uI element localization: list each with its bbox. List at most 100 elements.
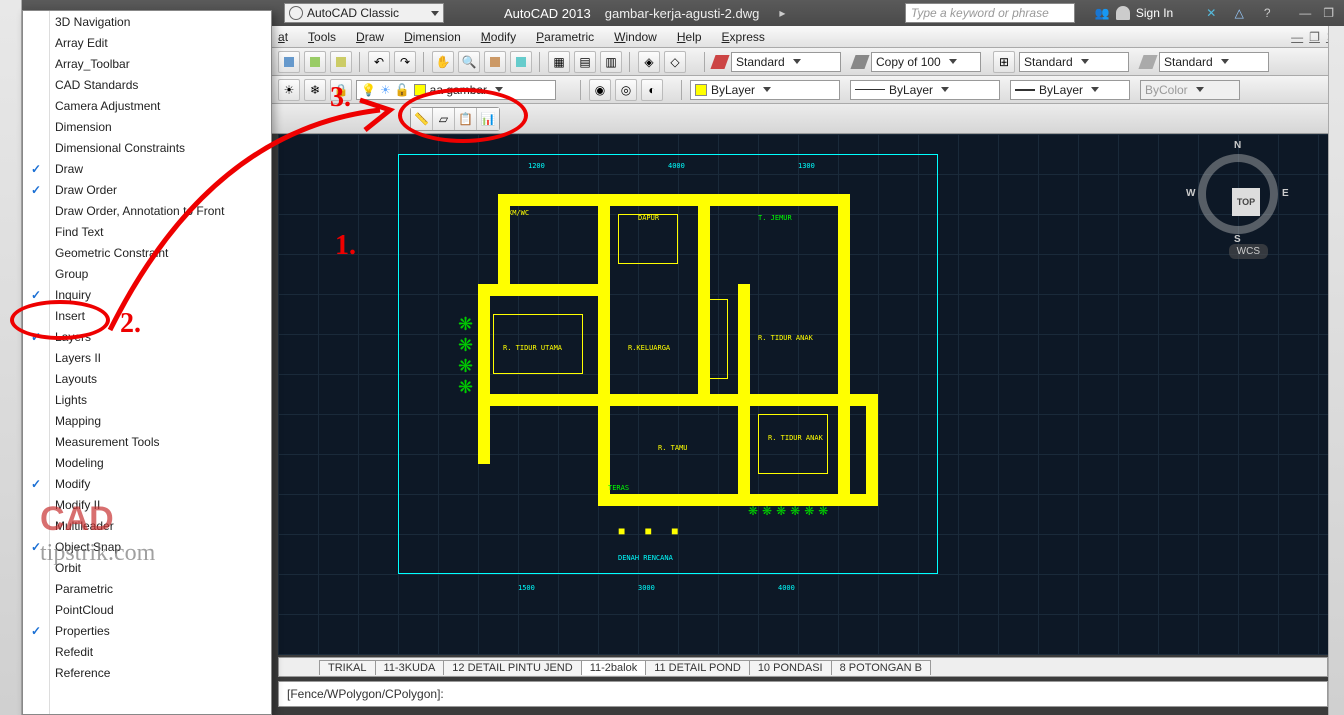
drawing-canvas[interactable]: KM/WC DAPUR T. JEMUR R. TIDUR UTAMA R.KE… bbox=[278, 134, 1328, 655]
toolbar-menu-item[interactable]: Insert bbox=[23, 305, 271, 326]
table-style-dropdown[interactable]: Standard bbox=[1159, 52, 1269, 72]
toolbar-menu-item[interactable]: Dimensional Constraints bbox=[23, 137, 271, 158]
toolbar-menu-item[interactable]: Measurement Tools bbox=[23, 431, 271, 452]
doc-minimize-button[interactable]: — bbox=[1291, 30, 1303, 44]
lineweight-dropdown[interactable]: ByLayer bbox=[1010, 80, 1130, 100]
layout-tab[interactable]: TRIKAL bbox=[319, 660, 376, 675]
toolbar-menu-item[interactable]: Camera Adjustment bbox=[23, 95, 271, 116]
toolbar-menu-item[interactable]: CAD Standards bbox=[23, 74, 271, 95]
toolbar-menu-item[interactable]: ✓Modify bbox=[23, 473, 271, 494]
viewcube-top[interactable]: TOP bbox=[1232, 188, 1260, 216]
menu-help[interactable]: Help bbox=[677, 30, 702, 44]
layer-button[interactable]: 🔒 bbox=[330, 79, 352, 101]
tool-button[interactable] bbox=[330, 51, 352, 73]
wcs-indicator[interactable]: WCS bbox=[1229, 244, 1268, 259]
toolbar-menu-item[interactable]: Refedit bbox=[23, 641, 271, 662]
linetype-dropdown[interactable]: ByLayer bbox=[850, 80, 1000, 100]
toolbar-menu-item[interactable]: ✓Draw Order bbox=[23, 179, 271, 200]
layer-tool-button[interactable]: ◎ bbox=[615, 79, 637, 101]
layer-button[interactable]: ❄ bbox=[304, 79, 326, 101]
menu-dimension[interactable]: Dimension bbox=[404, 30, 461, 44]
binoculars-icon: 👥 bbox=[1095, 6, 1110, 20]
layout-tab[interactable]: 11 DETAIL POND bbox=[645, 660, 750, 675]
layout-tab[interactable]: 11-3KUDA bbox=[375, 660, 445, 675]
tool-button[interactable]: ◇ bbox=[664, 51, 686, 73]
menu-modify[interactable]: Modify bbox=[481, 30, 516, 44]
menu-parametric[interactable]: Parametric bbox=[536, 30, 594, 44]
compass-n[interactable]: N bbox=[1234, 140, 1241, 151]
tool-button[interactable]: ▤ bbox=[574, 51, 596, 73]
toolbar-menu-item[interactable]: Array_Toolbar bbox=[23, 53, 271, 74]
layout-tab[interactable]: 11-2balok bbox=[581, 660, 647, 675]
tool-button[interactable]: ◈ bbox=[638, 51, 660, 73]
toolbar-menu-item[interactable]: Layers II bbox=[23, 347, 271, 368]
undo-button[interactable]: ↶ bbox=[368, 51, 390, 73]
right-tool-strip[interactable] bbox=[1328, 26, 1344, 715]
annotation-scale-dropdown[interactable]: Copy of 100 bbox=[871, 52, 981, 72]
toolbar-menu-item[interactable]: Reference bbox=[23, 662, 271, 683]
layer-tool-button[interactable]: ◉ bbox=[589, 79, 611, 101]
toolbar-menu-item[interactable]: Lights bbox=[23, 389, 271, 410]
zoom-button[interactable]: 🔍 bbox=[458, 51, 480, 73]
list-button[interactable]: 📊 bbox=[477, 108, 499, 130]
menu-express[interactable]: Express bbox=[722, 30, 765, 44]
menu-tools[interactable]: Tools bbox=[308, 30, 336, 44]
compass-w[interactable]: W bbox=[1186, 188, 1195, 199]
left-tool-strip[interactable] bbox=[0, 0, 22, 715]
doc-restore-button[interactable]: ❐ bbox=[1309, 30, 1320, 44]
layer-tool-button[interactable]: ◐ bbox=[641, 79, 663, 101]
layout-tab[interactable]: 10 PONDASI bbox=[749, 660, 832, 675]
toolbar-menu-item[interactable]: Group bbox=[23, 263, 271, 284]
layer-dropdown[interactable]: 💡☀🔓 aa gambar bbox=[356, 80, 556, 100]
toolbar-menu-item[interactable]: Draw Order, Annotation to Front bbox=[23, 200, 271, 221]
plotstyle-dropdown[interactable]: ByColor bbox=[1140, 80, 1240, 100]
tool-button[interactable] bbox=[304, 51, 326, 73]
toolbar-menu-item[interactable]: PointCloud bbox=[23, 599, 271, 620]
command-line[interactable]: [Fence/WPolygon/CPolygon]: bbox=[278, 681, 1328, 707]
workspace-dropdown[interactable]: AutoCAD Classic bbox=[284, 3, 444, 23]
tool-button[interactable] bbox=[510, 51, 532, 73]
autodesk-icon[interactable]: △ bbox=[1231, 5, 1247, 21]
menu-at[interactable]: at bbox=[278, 30, 288, 44]
toolbar-menu-item[interactable]: Parametric bbox=[23, 578, 271, 599]
pan-button[interactable]: ✋ bbox=[432, 51, 454, 73]
search-input[interactable]: Type a keyword or phrase bbox=[905, 3, 1075, 23]
compass-e[interactable]: E bbox=[1282, 188, 1289, 199]
dropdown-arrow-icon[interactable]: ▸ bbox=[779, 6, 785, 20]
area-button[interactable]: ▱ bbox=[433, 108, 455, 130]
minimize-button[interactable]: — bbox=[1299, 6, 1311, 20]
workspace-label: AutoCAD Classic bbox=[307, 6, 399, 20]
tool-button[interactable]: ▥ bbox=[600, 51, 622, 73]
distance-button[interactable]: 📏 bbox=[411, 108, 433, 130]
redo-button[interactable]: ↷ bbox=[394, 51, 416, 73]
toolbar-menu-item[interactable]: Modeling bbox=[23, 452, 271, 473]
restore-button[interactable]: ❐ bbox=[1323, 6, 1334, 20]
menu-window[interactable]: Window bbox=[614, 30, 657, 44]
layer-button[interactable]: ☀ bbox=[278, 79, 300, 101]
toolbar-menu-item[interactable]: Dimension bbox=[23, 116, 271, 137]
toolbar-menu-item[interactable]: Geometric Constraint bbox=[23, 242, 271, 263]
help-icon[interactable]: ? bbox=[1259, 5, 1275, 21]
toolbar-menu-item[interactable]: ✓Properties bbox=[23, 620, 271, 641]
tool-button[interactable]: ▦ bbox=[548, 51, 570, 73]
color-dropdown[interactable]: ByLayer bbox=[690, 80, 840, 100]
tool-button[interactable] bbox=[278, 51, 300, 73]
toolbar-menu-item[interactable]: Layouts bbox=[23, 368, 271, 389]
region-button[interactable]: 📋 bbox=[455, 108, 477, 130]
text-style-dropdown[interactable]: Standard bbox=[731, 52, 841, 72]
dim-style-dropdown[interactable]: Standard bbox=[1019, 52, 1129, 72]
toolbar-menu-item[interactable]: ✓Layers bbox=[23, 326, 271, 347]
layout-tab[interactable]: 8 POTONGAN B bbox=[831, 660, 931, 675]
menu-draw[interactable]: Draw bbox=[356, 30, 384, 44]
toolbar-menu-item[interactable]: ✓Inquiry bbox=[23, 284, 271, 305]
toolbar-menu-item[interactable]: 3D Navigation bbox=[23, 11, 271, 32]
toolbar-menu-item[interactable]: Mapping bbox=[23, 410, 271, 431]
layout-tab[interactable]: 12 DETAIL PINTU JEND bbox=[443, 660, 581, 675]
exchange-icon[interactable]: ✕ bbox=[1203, 5, 1219, 21]
toolbar-menu-item[interactable]: Find Text bbox=[23, 221, 271, 242]
toolbar-menu-item[interactable]: Array Edit bbox=[23, 32, 271, 53]
toolbar-menu-item[interactable]: ✓Draw bbox=[23, 158, 271, 179]
view-cube[interactable]: TOP N E S W bbox=[1198, 154, 1278, 234]
tool-button[interactable] bbox=[484, 51, 506, 73]
sign-in-area[interactable]: 👥 Sign In bbox=[1095, 6, 1173, 20]
